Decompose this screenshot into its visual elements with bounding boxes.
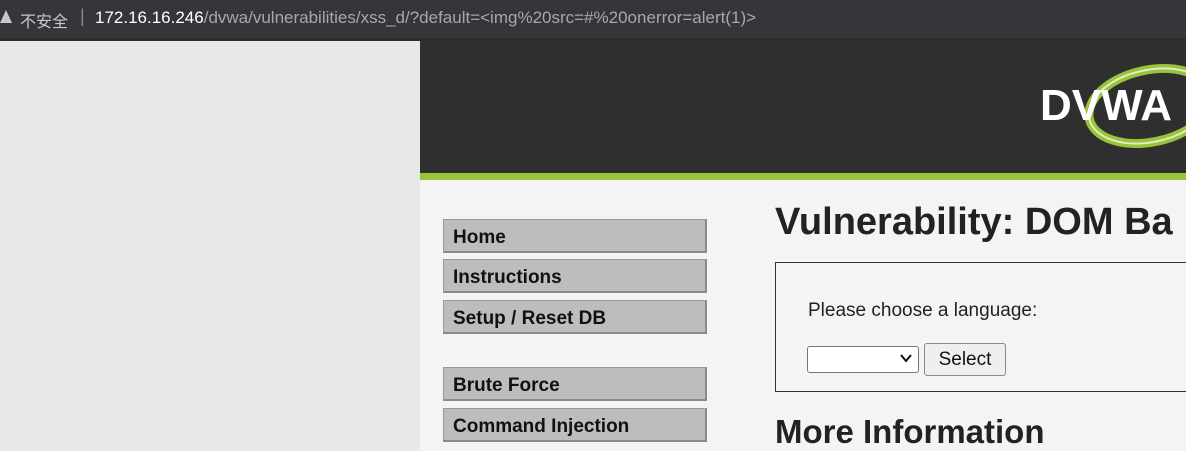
address-separator: |: [80, 6, 85, 26]
dvwa-logo: DVWA: [1040, 64, 1186, 148]
select-button[interactable]: Select: [924, 343, 1006, 376]
address-bar[interactable]: 不安全 | 172.16.16.246/dvwa/vulnerabilities…: [0, 0, 1186, 38]
menu-item-instructions[interactable]: Instructions: [443, 259, 707, 293]
chevron-down-icon: [900, 351, 912, 367]
url-text[interactable]: 172.16.16.246/dvwa/vulnerabilities/xss_d…: [95, 8, 756, 28]
header-accent-bar: [420, 173, 1186, 180]
menu-item-setup-reset-db[interactable]: Setup / Reset DB: [443, 300, 707, 334]
page-title: Vulnerability: DOM Ba: [775, 201, 1173, 243]
security-label[interactable]: 不安全: [20, 8, 68, 32]
menu-item-brute-force[interactable]: Brute Force: [443, 367, 707, 401]
menu-item-label: Home: [453, 227, 506, 248]
menu-item-label: Command Injection: [453, 416, 630, 437]
language-select[interactable]: [807, 346, 919, 373]
menu-item-command-injection[interactable]: Command Injection: [443, 408, 707, 442]
menu-item-label: Brute Force: [453, 375, 560, 396]
logo-text: DVWA: [1040, 81, 1172, 130]
warning-icon[interactable]: [0, 10, 12, 23]
menu-item-home[interactable]: Home: [443, 219, 707, 253]
menu-item-label: Setup / Reset DB: [453, 308, 607, 329]
more-information-heading: More Information: [775, 413, 1045, 450]
vulnerable-code-area: Please choose a language: Select: [775, 262, 1186, 392]
header-banner: DVWA: [420, 41, 1186, 173]
url-host: 172.16.16.246: [95, 8, 204, 27]
dvwa-page: DVWA Home Instructions Setup / Reset DB …: [420, 41, 1186, 451]
url-path: /dvwa/vulnerabilities/xss_d/?default=<im…: [203, 8, 757, 27]
language-prompt: Please choose a language:: [808, 300, 1038, 321]
menu-item-label: Instructions: [453, 267, 562, 288]
